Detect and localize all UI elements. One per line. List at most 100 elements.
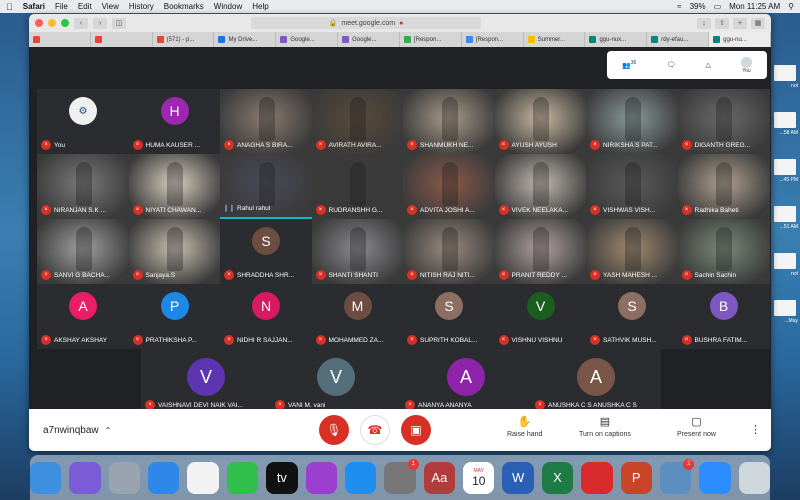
desktop-file-icon[interactable] <box>774 112 796 128</box>
menu-view[interactable]: View <box>102 2 119 11</box>
participant-tile[interactable]: M × MOHAMMED ZA... <box>311 284 404 349</box>
facetime-icon[interactable] <box>226 461 259 494</box>
activities-icon[interactable]: △ <box>705 61 710 69</box>
more-options-icon[interactable]: ⋮ <box>750 423 761 436</box>
new-tab-button[interactable]: + <box>733 17 747 29</box>
participants-icon[interactable]: 👥36 <box>622 60 636 69</box>
battery-icon[interactable]: ▭ <box>714 2 722 11</box>
menu-history[interactable]: History <box>129 2 154 11</box>
safari-icon[interactable] <box>148 461 180 494</box>
apple-icon[interactable]:  <box>6 2 13 12</box>
apple-tv-icon[interactable]: tv <box>266 461 298 494</box>
menu-bookmarks[interactable]: Bookmarks <box>164 2 204 11</box>
menu-edit[interactable]: Edit <box>78 2 92 11</box>
participant-tile[interactable]: × VISHWAS VISH... <box>586 154 678 219</box>
participant-tile[interactable]: A × AKSHAY AKSHAY <box>37 284 129 349</box>
camera-toggle-button[interactable]: ▣ <box>401 415 431 445</box>
zoom-window-button[interactable] <box>61 19 69 27</box>
close-window-button[interactable] <box>35 19 43 27</box>
browser-tab[interactable]: Google... <box>338 32 400 47</box>
browser-tab[interactable]: [Respon... <box>462 32 524 47</box>
participant-tile[interactable]: A × ANANYA ANANYA <box>401 349 531 414</box>
participant-tile[interactable]: × Sachin Sachin <box>677 219 770 284</box>
calendar-icon[interactable]: MAY 10 <box>463 461 495 494</box>
participant-tile[interactable]: × SHANMUKH NE... <box>403 89 495 154</box>
browser-tab[interactable]: My Drive... <box>214 32 277 47</box>
participant-tile[interactable]: × VIVEK NEELAKA... <box>494 154 587 219</box>
participant-tile[interactable]: × PRANIT REDDY ... <box>494 219 587 284</box>
browser-tab[interactable]: ggu-nu... <box>709 32 771 47</box>
siri-icon[interactable] <box>69 461 101 494</box>
participant-tile[interactable]: V × VANI M. vani <box>271 349 401 414</box>
mic-toggle-button[interactable]: 🎙 <box>319 415 349 445</box>
tab-overview-icon[interactable]: ▦ <box>751 17 765 29</box>
browser-tab[interactable] <box>91 32 153 47</box>
present-button[interactable]: ▢ Present now <box>677 415 716 438</box>
participant-tile[interactable]: × ANAGHA S BIRA... <box>220 89 312 154</box>
browser-tab[interactable]: ggu-nux... <box>585 32 648 47</box>
forward-button[interactable]: › <box>93 17 107 29</box>
back-button[interactable]: ‹ <box>74 17 88 29</box>
self-view[interactable]: You <box>740 56 752 74</box>
desktop-file-icon[interactable] <box>774 300 796 316</box>
browser-tab[interactable]: [Respon... <box>400 32 462 47</box>
participant-tile[interactable]: × AVIRATH AVIRA... <box>311 89 404 154</box>
participant-tile[interactable]: × NIRANJAN S.K ... <box>37 154 129 219</box>
menu-help[interactable]: Help <box>252 2 268 11</box>
browser-tab[interactable]: Google... <box>276 32 339 47</box>
app-store-icon[interactable] <box>344 461 377 494</box>
menu-file[interactable]: File <box>55 2 68 11</box>
participant-tile[interactable]: × SHANTI SHANTI <box>311 219 404 284</box>
sidebar-icon[interactable]: ◫ <box>112 17 126 29</box>
participant-tile[interactable]: × NIYATI CHAWAN... <box>128 154 221 219</box>
meeting-details[interactable]: a7nwinqbaw ⌃ <box>43 425 111 436</box>
participant-tile[interactable]: S × SHRADDHA SHR... <box>220 219 312 284</box>
powerpoint-icon[interactable]: P <box>620 461 652 494</box>
participant-tile[interactable]: × AYUSH AYUSH <box>494 89 587 154</box>
trash-icon[interactable] <box>738 461 771 494</box>
desktop-file-icon[interactable] <box>774 253 796 269</box>
menu-app-name[interactable]: Safari <box>23 2 45 11</box>
downloads-icon[interactable]: ↓ <box>697 17 711 29</box>
participant-tile[interactable]: P × PRATHIKSHA P... <box>128 284 221 349</box>
participant-tile[interactable]: × DIGANTH GREG... <box>677 89 770 154</box>
participant-tile[interactable]: × NIRIKSHA S PAT... <box>586 89 678 154</box>
wifi-icon[interactable]: ≈ <box>677 2 681 11</box>
participant-tile[interactable]: × RUDRANSHH G... <box>311 154 404 219</box>
launchpad-icon[interactable] <box>108 461 141 494</box>
podcasts-icon[interactable] <box>305 461 337 494</box>
address-bar[interactable]: 🔒 meet.google.com ● <box>251 17 481 29</box>
search-icon[interactable]: ⚲ <box>788 2 794 11</box>
dictionary-icon[interactable]: Aa <box>423 461 456 494</box>
preview-icon[interactable]: 2 <box>659 458 695 494</box>
participant-tile[interactable]: × NITISH RAJ NITI... <box>403 219 495 284</box>
zoom-icon[interactable] <box>699 461 731 494</box>
participant-tile[interactable]: V × VAISHNAVI DEVI NAIK VAI... <box>141 349 271 414</box>
participant-tile[interactable]: × YASH MAHESH ... <box>586 219 678 284</box>
participant-tile[interactable]: × Radhika Baheti <box>677 154 770 219</box>
participant-tile[interactable]: × Sanjaya.S <box>128 219 221 284</box>
participant-tile[interactable]: S × SATHVIK MUSH... <box>586 284 678 349</box>
chat-icon[interactable]: 🗨 <box>666 61 675 69</box>
raise-hand-button[interactable]: ✋ Raise hand <box>507 415 542 438</box>
captions-button[interactable]: ▤ Turn on captions <box>579 415 631 438</box>
photos-icon[interactable] <box>187 461 219 494</box>
participant-tile[interactable]: B × BUSHRA FATIM... <box>677 284 770 349</box>
leave-call-button[interactable]: ☎ <box>360 415 390 445</box>
share-icon[interactable]: ⇧ <box>715 17 729 29</box>
finder-icon[interactable] <box>29 461 62 494</box>
participant-tile[interactable]: ⚙ × You <box>37 89 129 154</box>
browser-tab[interactable]: Summer... <box>524 32 586 47</box>
browser-tab[interactable] <box>29 32 91 47</box>
participant-tile[interactable]: N × NIDHI R SAJJAN... <box>220 284 312 349</box>
minimize-window-button[interactable] <box>48 19 56 27</box>
system-preferences-icon[interactable]: 1 <box>384 458 419 494</box>
participant-tile[interactable]: H × HUMA KAUSER ... <box>128 89 221 154</box>
desktop-file-icon[interactable] <box>774 65 796 81</box>
participant-tile[interactable]: × ADVITA JOSHI A... <box>403 154 495 219</box>
excel-icon[interactable]: X <box>541 461 574 494</box>
desktop-file-icon[interactable] <box>774 159 796 175</box>
desktop-file-icon[interactable] <box>774 206 796 222</box>
acrobat-icon[interactable] <box>581 461 613 494</box>
word-icon[interactable]: W <box>502 461 534 494</box>
